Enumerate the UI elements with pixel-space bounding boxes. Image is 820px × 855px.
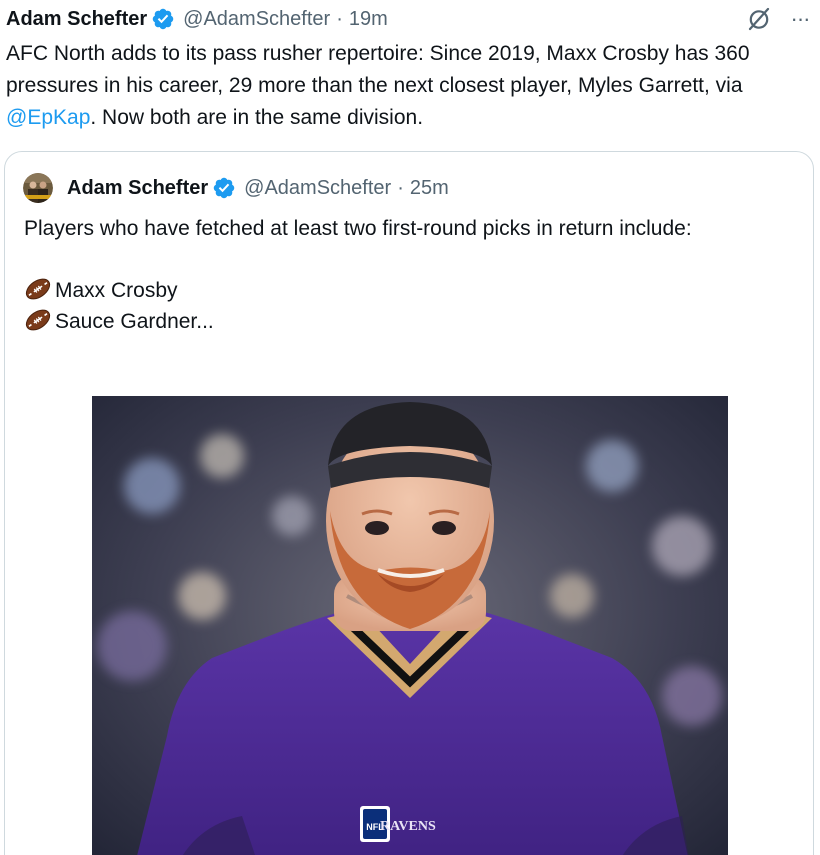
player-photo[interactable]: NFL RAVENS [92,396,728,855]
separator-dot: · [397,176,404,199]
verified-badge-icon [152,8,174,30]
grok-icon[interactable] [746,6,772,32]
player-list-item: Maxx Crosby [24,275,784,306]
tweet-header: Adam Schefter @AdamSchefter · 19m [6,5,814,33]
player-name: Sauce Gardner... [55,310,214,333]
tweet-text-part: AFC North adds to its pass rusher repert… [6,42,750,97]
author-handle[interactable]: @AdamSchefter [183,5,330,33]
player-name: Maxx Crosby [55,279,178,302]
tweet[interactable]: Adam Schefter @AdamSchefter · 19m ··· AF… [0,0,820,855]
quoted-tweet-text: Players who have fetched at least two fi… [24,213,784,337]
jersey-text: RAVENS [380,819,436,834]
quoted-tweet-header: Adam Schefter @AdamSchefter · 25m [23,172,449,204]
tweet-timestamp[interactable]: 19m [349,5,388,33]
tweet-text: AFC North adds to its pass rusher repert… [6,38,796,134]
header-actions: ··· [746,6,814,32]
mention-link[interactable]: @EpKap [6,106,90,129]
author-name[interactable]: Adam Schefter [6,5,147,33]
american-football-emoji [25,278,51,300]
quoted-author-handle[interactable]: @AdamSchefter [244,177,391,200]
american-football-emoji [25,309,51,331]
quoted-intro: Players who have fetched at least two fi… [24,217,692,240]
separator-dot: · [336,8,343,30]
quoted-author-name[interactable]: Adam Schefter [67,177,208,200]
quoted-tweet-timestamp[interactable]: 25m [410,177,449,200]
player-list-item: Sauce Gardner... [24,306,784,337]
verified-badge-icon [213,177,235,199]
avatar[interactable] [23,173,53,203]
quoted-tweet-card[interactable]: Adam Schefter @AdamSchefter · 25m Player… [4,151,814,855]
more-options-icon[interactable]: ··· [786,6,814,32]
tweet-text-part: . Now both are in the same division. [90,106,424,129]
